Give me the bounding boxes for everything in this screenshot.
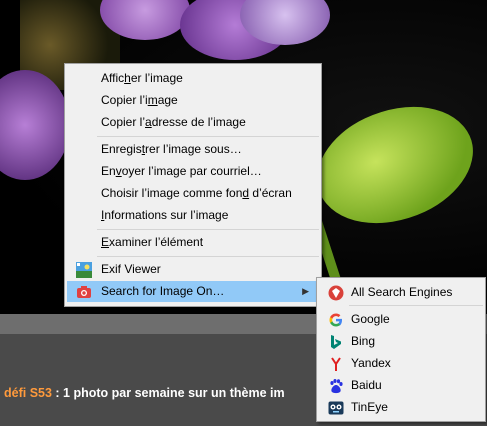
submenu-item-label: Google [351,312,390,326]
menu-item-afficher-image[interactable]: Afficher l’image [67,68,319,89]
caption-accent: défi S53 [4,386,52,400]
submenu-item-label: Baidu [351,378,382,392]
submenu-item-label: Bing [351,334,376,348]
menu-item-label: Exif Viewer [101,262,161,276]
menu-item-informations[interactable]: Informations sur l’image [67,205,319,226]
menu-item-search-for-image[interactable]: Search for Image On… ▶ [67,281,319,302]
menu-item-copier-image[interactable]: Copier l’image [67,90,319,111]
caption-text: : 1 photo par semaine sur un thème im [51,386,285,400]
submenu-item-label: Yandex [351,356,391,370]
camera-icon [76,284,92,300]
exif-viewer-icon [76,262,92,278]
submenu-item-label: TinEye [351,400,388,414]
menu-item-envoyer[interactable]: Envoyer l’image par courriel… [67,161,319,182]
submenu-item-bing[interactable]: Bing [319,331,483,352]
search-engines-submenu: All Search Engines Google Bing Yandex Ba… [316,277,486,422]
all-engines-icon [328,285,344,301]
submenu-item-tineye[interactable]: TinEye [319,397,483,418]
menu-separator [97,136,319,137]
menu-item-exif-viewer[interactable]: Exif Viewer [67,259,319,280]
menu-separator [97,256,319,257]
baidu-icon [328,378,344,394]
menu-item-enregistrer[interactable]: Enregistrer l’image sous… [67,139,319,160]
submenu-item-label: All Search Engines [351,285,453,299]
menu-item-label: Search for Image On… [101,284,225,298]
green-leaf [299,81,487,249]
menu-item-fond-ecran[interactable]: Choisir l’image comme fond d’écran [67,183,319,204]
chevron-right-icon: ▶ [302,286,309,296]
submenu-item-yandex[interactable]: Yandex [319,353,483,374]
submenu-item-all-engines[interactable]: All Search Engines [319,282,483,303]
menu-separator [349,305,483,306]
menu-separator [97,229,319,230]
tineye-icon [328,400,344,416]
page-caption: défi S53 : 1 photo par semaine sur un th… [4,386,285,400]
submenu-item-baidu[interactable]: Baidu [319,375,483,396]
google-icon [328,312,344,328]
menu-item-copier-adresse[interactable]: Copier l’adresse de l’image [67,112,319,133]
submenu-item-google[interactable]: Google [319,309,483,330]
bing-icon [328,334,344,350]
yandex-icon [328,356,344,372]
context-menu: Afficher l’image Copier l’image Copier l… [64,63,322,307]
menu-item-examiner[interactable]: Examiner l’élément [67,232,319,253]
